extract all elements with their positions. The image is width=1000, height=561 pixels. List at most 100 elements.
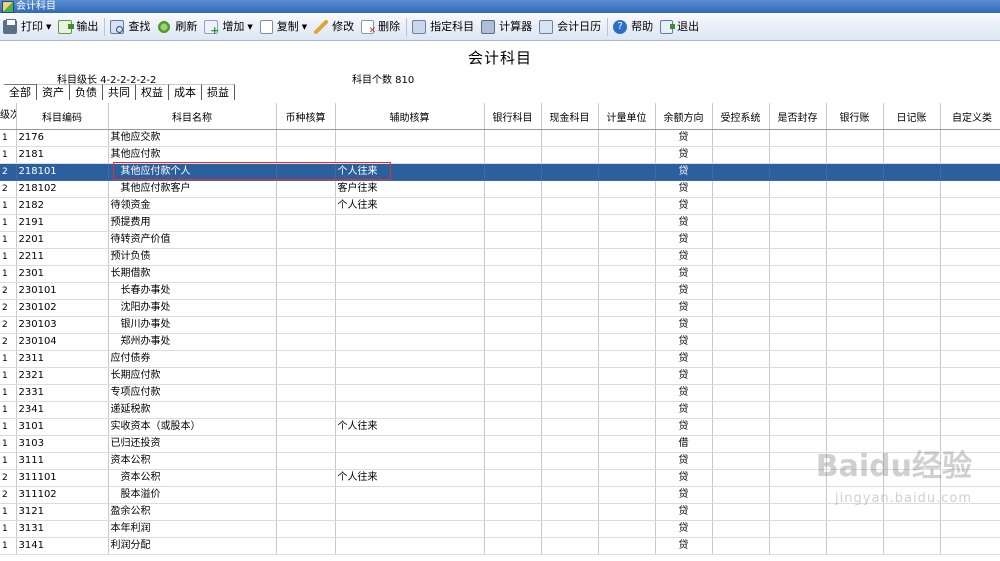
column-header[interactable]: 现金科目 [541,103,599,130]
find-button[interactable]: 查找 [107,16,154,38]
balance-direction-cell: 贷 [655,231,713,249]
column-header[interactable]: 辅助核算 [335,103,485,130]
table-row[interactable]: 2 230103 银川办事处 贷 [0,316,1000,334]
toolbar-button-label: 会计日历 [557,20,602,33]
accounts-grid[interactable]: 级次科目编码科目名称币种核算辅助核算银行科目现金科目计量单位余额方向受控系统是否… [0,103,1000,561]
table-row[interactable]: 1 2182 待领资金 个人往来 贷 [0,197,1000,215]
account-code-cell: 2182 [16,197,109,215]
table-row[interactable]: 1 3111 资本公积 贷 [0,452,1000,470]
column-header[interactable]: 自定义类 [940,103,1000,130]
table-row[interactable]: 1 2201 待转资产价值 贷 [0,231,1000,249]
unit-cell [598,435,656,453]
column-header[interactable]: 余额方向 [655,103,713,130]
auxiliary-cell [335,435,485,453]
table-row[interactable]: 2 230104 郑州办事处 贷 [0,333,1000,351]
auxiliary-cell: 个人往来 [335,163,485,181]
table-row[interactable]: 2 218101 其他应付款个人 个人往来 贷 [0,163,1000,181]
column-header[interactable]: 科目名称 [108,103,277,130]
export-button[interactable]: 输出 [55,16,102,38]
controlled-system-cell [712,265,770,283]
table-row[interactable]: 1 3121 盈余公积 贷 [0,503,1000,521]
help-button[interactable]: ? 帮助 [610,16,657,38]
table-row[interactable]: 1 3101 实收资本（或股本） 个人往来 贷 [0,418,1000,436]
auxiliary-cell [335,503,485,521]
unit-cell [598,231,656,249]
bank-account-cell [484,469,542,487]
assign-button[interactable]: 指定科目 [409,16,478,38]
level-cell: 1 [0,231,17,249]
level-cell: 1 [0,435,17,453]
edit-button[interactable]: 修改 [311,16,358,38]
tab-5[interactable]: 成本 [169,84,202,100]
table-row[interactable]: 1 2181 其他应付款 贷 [0,146,1000,164]
tab-1[interactable]: 资产 [37,84,70,100]
level-cell: 2 [0,180,17,198]
auxiliary-cell [335,146,485,164]
table-header-row: 级次科目编码科目名称币种核算辅助核算银行科目现金科目计量单位余额方向受控系统是否… [0,103,1000,130]
account-code-cell: 3111 [16,452,109,470]
table-row[interactable]: 1 2176 其他应交款 贷 [0,129,1000,147]
sealed-cell [769,367,827,385]
table-row[interactable]: 1 2301 长期借款 贷 [0,265,1000,283]
table-row[interactable]: 2 230101 长春办事处 贷 [0,282,1000,300]
tab-2[interactable]: 负债 [70,84,103,100]
unit-cell [598,350,656,368]
tab-3[interactable]: 共同 [103,84,136,100]
custom-type-cell [940,435,1000,453]
calendar-button[interactable]: 会计日历 [536,16,605,38]
table-row[interactable]: 1 2321 长期应付款 贷 [0,367,1000,385]
chevron-down-icon[interactable]: ▼ [247,23,252,31]
table-row[interactable]: 2 230102 沈阳办事处 贷 [0,299,1000,317]
column-header[interactable]: 银行科目 [484,103,542,130]
column-header[interactable]: 科目编码 [16,103,109,130]
account-name-cell: 盈余公积 [108,503,277,521]
bank-ledger-cell [826,401,884,419]
auxiliary-cell [335,282,485,300]
custom-type-cell [940,333,1000,351]
bank-account-cell [484,197,542,215]
table-row[interactable]: 1 3103 已归还投资 借 [0,435,1000,453]
table-row[interactable]: 2 218102 其他应付款客户 客户往来 贷 [0,180,1000,198]
unit-cell [598,316,656,334]
print-button[interactable]: 打印 ▼ [0,16,55,38]
table-row[interactable]: 1 2311 应付债券 贷 [0,350,1000,368]
tab-0[interactable]: 全部 [4,84,37,100]
add-button[interactable]: 增加▼ [201,16,256,38]
delete-icon [361,20,376,36]
calculator-button[interactable]: 计算器 [478,16,536,38]
column-header[interactable]: 计量单位 [598,103,656,130]
copy-button[interactable]: 复制 ▼ [257,16,311,38]
toolbar-button-label: 指定科目 [430,20,475,33]
table-row[interactable]: 1 2331 专项应付款 贷 [0,384,1000,402]
auxiliary-cell [335,452,485,470]
exit-button[interactable]: 退出 [657,16,703,38]
toolbar-separator [406,18,408,36]
unit-cell [598,129,656,147]
tab-6[interactable]: 损益 [202,84,235,100]
column-header[interactable]: 银行账 [826,103,884,130]
refresh-button[interactable]: 刷新 [154,16,201,38]
column-header[interactable]: 币种核算 [276,103,336,130]
column-header[interactable]: 是否封存 [769,103,827,130]
column-header[interactable]: 日记账 [883,103,941,130]
account-name-cell: 长期应付款 [108,367,277,385]
sealed-cell [769,503,827,521]
table-row[interactable]: 1 2341 递延税款 贷 [0,401,1000,419]
cash-account-cell [541,367,599,385]
chevron-down-icon[interactable]: ▼ [302,23,307,31]
delete-button[interactable]: 删除 [358,16,404,38]
table-row[interactable]: 1 3141 利润分配 贷 [0,537,1000,555]
column-header[interactable]: 受控系统 [712,103,770,130]
account-code-cell: 3103 [16,435,109,453]
table-row[interactable]: 1 3131 本年利润 贷 [0,520,1000,538]
table-row[interactable]: 2 311101 资本公积 个人往来 贷 [0,469,1000,487]
table-row[interactable]: 2 311102 股本溢价 贷 [0,486,1000,504]
chevron-down-icon[interactable]: ▼ [46,23,51,31]
account-code-cell: 311101 [16,469,109,487]
toolbar-button-label: 打印 [21,20,43,33]
tab-4[interactable]: 权益 [136,84,169,100]
sealed-cell [769,129,827,147]
column-header[interactable]: 级次 [0,103,17,130]
table-row[interactable]: 1 2211 预计负债 贷 [0,248,1000,266]
table-row[interactable]: 1 2191 预提费用 贷 [0,214,1000,232]
